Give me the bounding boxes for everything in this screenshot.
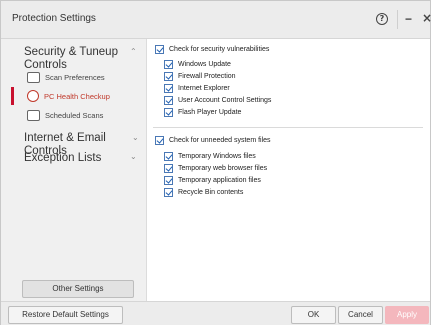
ok-button[interactable]: OK (291, 306, 336, 324)
sidebar-item-scan-preferences[interactable]: Scan Preferences (27, 70, 105, 84)
chevron-up-icon[interactable]: ⌃ (130, 47, 137, 56)
other-settings-button[interactable]: Other Settings (22, 280, 134, 298)
sidebar-section-security-tuneup[interactable]: Security & Tuneup Controls (24, 46, 119, 72)
checkbox-checked[interactable] (164, 176, 173, 185)
windows-update-checkbox[interactable]: Windows Update (164, 59, 231, 70)
sidebar-item-label: PC Health Checkup (44, 91, 110, 101)
sidebar-item-label: Scan Preferences (45, 72, 105, 82)
firewall-protection-checkbox[interactable]: Firewall Protection (164, 71, 236, 82)
checkbox-checked[interactable] (164, 84, 173, 93)
minimize-icon[interactable]: − (405, 12, 412, 26)
security-vulnerabilities-checkbox[interactable]: Check for security vulnerabilities (155, 44, 269, 55)
scan-preferences-icon (27, 71, 40, 83)
checkbox-checked[interactable] (164, 152, 173, 161)
apply-button[interactable]: Apply (385, 306, 429, 324)
sidebar-section-exception-lists[interactable]: Exception Lists (24, 152, 101, 165)
checkbox-checked[interactable] (155, 136, 164, 145)
sidebar: Security & Tuneup Controls ⌃ Scan Prefer… (1, 39, 147, 301)
checkbox-label: Temporary Windows files (178, 153, 256, 160)
checkbox-label: Check for security vulnerabilities (169, 46, 270, 53)
temporary-windows-files-checkbox[interactable]: Temporary Windows files (164, 151, 256, 162)
sidebar-item-label: Scheduled Scans (45, 110, 104, 120)
checkbox-checked[interactable] (155, 45, 164, 54)
restore-default-settings-button[interactable]: Restore Default Settings (8, 306, 123, 324)
checkbox-checked[interactable] (164, 60, 173, 69)
checkbox-label: Recycle Bin contents (178, 189, 244, 196)
checkbox-label: Check for unneeded system files (169, 137, 271, 144)
checkbox-label: User Account Control Settings (178, 97, 272, 104)
window-title: Protection Settings (12, 13, 96, 24)
cancel-button[interactable]: Cancel (338, 306, 383, 324)
recycle-bin-contents-checkbox[interactable]: Recycle Bin contents (164, 187, 243, 198)
pc-health-checkup-icon (27, 90, 39, 102)
checkbox-label: Internet Explorer (178, 85, 230, 92)
title-bar-divider (397, 10, 398, 29)
checkbox-checked[interactable] (164, 164, 173, 173)
close-icon[interactable]: × (422, 11, 431, 25)
help-icon[interactable]: ? (376, 13, 388, 25)
footer-bar: Restore Default Settings OK Cancel Apply (1, 301, 430, 325)
title-bar: Protection Settings ? − × (1, 1, 431, 39)
chevron-down-icon[interactable]: ⌄ (132, 133, 139, 142)
checkbox-checked[interactable] (164, 72, 173, 81)
group-divider (153, 127, 423, 128)
temporary-application-files-checkbox[interactable]: Temporary application files (164, 175, 261, 186)
sidebar-item-pc-health-checkup[interactable]: PC Health Checkup (27, 89, 110, 103)
unneeded-system-files-checkbox[interactable]: Check for unneeded system files (155, 135, 271, 146)
temporary-browser-files-checkbox[interactable]: Temporary web browser files (164, 163, 267, 174)
checkbox-label: Firewall Protection (178, 73, 236, 80)
calendar-icon (27, 109, 40, 121)
sidebar-item-scheduled-scans[interactable]: Scheduled Scans (27, 108, 103, 122)
chevron-down-icon[interactable]: ⌄ (130, 152, 137, 161)
internet-explorer-checkbox[interactable]: Internet Explorer (164, 83, 230, 94)
checkbox-label: Temporary web browser files (178, 165, 268, 172)
active-item-indicator (11, 87, 14, 105)
checkbox-label: Flash Player Update (178, 109, 242, 116)
protection-settings-window: Protection Settings ? − × Security & Tun… (0, 0, 431, 325)
checkbox-checked[interactable] (164, 188, 173, 197)
user-account-control-checkbox[interactable]: User Account Control Settings (164, 95, 271, 106)
checkbox-checked[interactable] (164, 108, 173, 117)
checkbox-label: Temporary application files (178, 177, 261, 184)
flash-player-update-checkbox[interactable]: Flash Player Update (164, 107, 241, 118)
checkbox-checked[interactable] (164, 96, 173, 105)
checkbox-label: Windows Update (178, 61, 231, 68)
